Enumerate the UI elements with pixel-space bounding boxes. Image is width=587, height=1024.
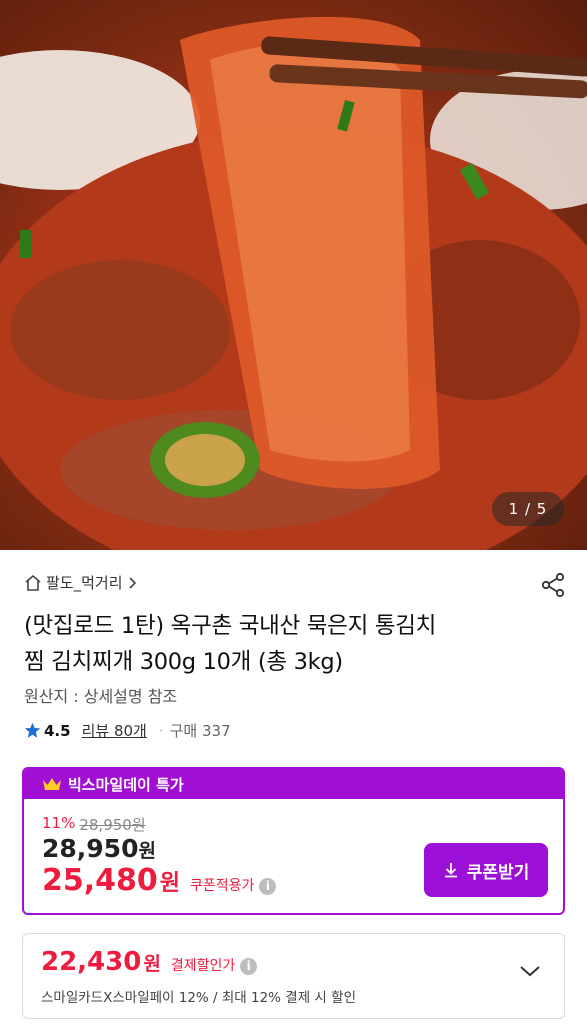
- payment-price-number: 22,430: [41, 947, 142, 977]
- product-title-line-1: (맛집로드 1탄) 옥구촌 국내산 묵은지 통김치: [24, 613, 437, 639]
- product-title: (맛집로드 1탄) 옥구촌 국내산 묵은지 통김치 찜 김치찌개 300g 10…: [24, 608, 564, 680]
- product-image-carousel[interactable]: 1 / 5: [0, 0, 587, 550]
- payment-discount-label: 결제할인가: [170, 958, 236, 974]
- discount-rate: 11%: [42, 814, 76, 832]
- coupon-price-label: 쿠폰적용가: [190, 878, 255, 894]
- rating-score: 4.5: [44, 721, 71, 740]
- star-icon: [24, 722, 41, 738]
- purchase-count: 구매 337: [169, 722, 231, 740]
- deal-badge: 빅스마일데이 특가: [68, 775, 184, 794]
- discount-row: 11% 28,950원: [42, 814, 146, 835]
- product-title-line-2: 찜 김치찌개 300g 10개 (총 3kg): [24, 649, 343, 675]
- rating-row: 4.5 리뷰 80개 · 구매 337: [24, 720, 231, 741]
- store-name: 팔도_먹거리: [46, 574, 123, 592]
- original-price: 28,950원: [79, 816, 146, 834]
- chevron-right-icon: [128, 576, 136, 589]
- origin-info: 원산지 : 상세설명 참조: [24, 687, 178, 706]
- coupon-price-number: 25,480: [42, 863, 158, 898]
- special-deal-box: 빅스마일데이 특가 11% 28,950원 28,950원 25,480 원 쿠폰…: [22, 767, 565, 915]
- image-page-indicator: 1 / 5: [492, 492, 564, 526]
- product-photo: [0, 16, 587, 550]
- review-count-link[interactable]: 리뷰 80개: [82, 720, 147, 741]
- coupon-price: 25,480 원 쿠폰적용가 i: [42, 863, 277, 898]
- info-icon[interactable]: i: [240, 958, 258, 975]
- store-link[interactable]: 팔도_먹거리: [24, 572, 137, 593]
- get-coupon-label: 쿠폰받기: [466, 862, 530, 883]
- get-coupon-button[interactable]: 쿠폰받기: [424, 843, 548, 897]
- chevron-down-icon[interactable]: [519, 964, 541, 978]
- share-icon: [541, 572, 565, 598]
- info-icon[interactable]: i: [259, 878, 277, 895]
- payment-discount-box[interactable]: 22,430 원 결제할인가 i 스마일카드X스마일페이 12% / 최대 12%…: [22, 933, 565, 1019]
- payment-discount-description: 스마일카드X스마일페이 12% / 최대 12% 결제 시 할인: [41, 990, 356, 1006]
- home-icon: [25, 574, 41, 591]
- divider: ·: [158, 721, 164, 740]
- payment-price-unit: 원: [143, 953, 161, 975]
- payment-discount-price: 22,430 원 결제할인가 i: [41, 947, 258, 977]
- download-icon: [444, 863, 457, 878]
- sale-price: 28,950원: [42, 834, 156, 863]
- coupon-price-unit: 원: [159, 871, 181, 896]
- sale-price-number: 28,950: [42, 834, 139, 863]
- deal-header: 빅스마일데이 특가: [24, 769, 563, 799]
- sale-price-unit: 원: [138, 840, 156, 862]
- share-button[interactable]: [536, 568, 570, 602]
- crown-icon: [43, 778, 61, 790]
